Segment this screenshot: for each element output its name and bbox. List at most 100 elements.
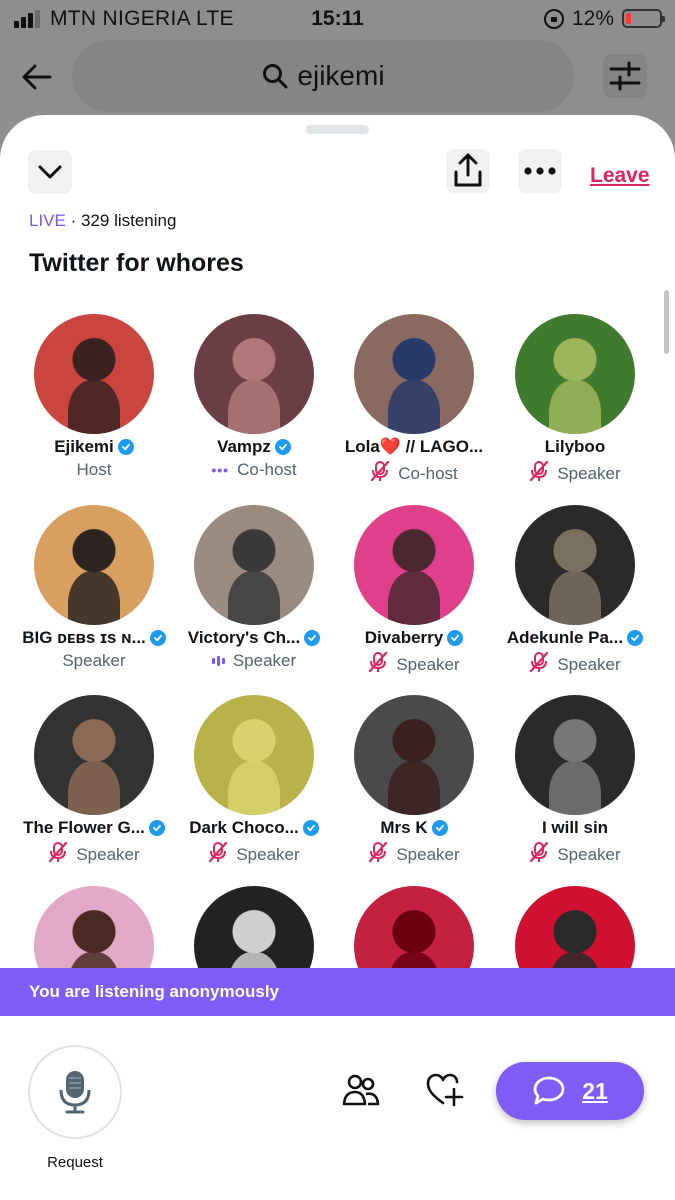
scroll-indicator[interactable] [664,290,669,354]
avatar[interactable] [34,695,154,815]
status-bar: MTN NIGERIA LTE 15:11 12% [0,0,675,40]
search-input[interactable]: ejikemi [72,40,574,112]
live-label: LIVE [29,211,66,230]
chat-bubble-icon [533,1076,565,1105]
avatar[interactable] [34,505,154,625]
participant-role-text: Co-host [237,460,297,479]
search-icon [263,64,288,89]
people-icon[interactable] [342,1073,380,1107]
participant-role: Speaker [495,651,655,678]
avatar[interactable] [354,505,474,625]
participant-name: Mrs K [334,818,494,838]
share-icon [454,153,482,187]
participant-role-text: Speaker [396,654,460,674]
verified-badge-icon [302,820,319,836]
participant-card[interactable]: I will sin Speaker [495,695,655,868]
participant-card[interactable]: BIG ᴅᴇʙs ɪs ɴ... Speaker [14,505,174,671]
participant-role: Speaker [495,841,655,868]
participant-name: Vampz [174,437,334,457]
participant-name-text: Lola❤️ // LAGO... [344,437,484,456]
participant-name-text: Vampz [217,437,271,456]
participant-role: ••• Co-host [174,460,334,480]
avatar[interactable] [34,314,154,434]
participant-role-text: Speaker [62,651,126,670]
comments-button[interactable]: 21 [496,1062,644,1120]
filter-settings-button[interactable] [603,54,647,98]
back-arrow-icon[interactable] [20,60,54,94]
mic-muted-icon [529,651,549,678]
participant-role: Speaker [495,460,655,487]
participant-role-text: Speaker [557,844,621,864]
speaking-bars-icon [211,656,225,666]
sliders-icon [609,61,641,91]
participant-card[interactable]: The Flower G... Speaker [14,695,174,868]
participant-card[interactable]: Lola❤️ // LAGO... Co-host [334,314,494,487]
participant-card[interactable]: Victory's Ch... Speaker [174,505,334,671]
participant-card[interactable]: Vampz ••• Co-host [174,314,334,480]
participant-name-text: I will sin [541,818,609,837]
mic-muted-icon [370,460,390,487]
battery-icon [622,9,665,28]
search-query: ejikemi [297,60,385,91]
request-label: Request [47,1154,103,1171]
more-options-button[interactable] [518,149,562,193]
participant-role: Host [14,460,174,480]
participant-card[interactable]: Divaberry Speaker [334,505,494,678]
space-sheet: Leave LIVE · 329 listening Twitter for w… [0,115,675,1200]
participant-name: Dark Choco... [174,818,334,838]
avatar[interactable] [515,695,635,815]
verified-badge-icon [117,439,134,455]
participant-role-text: Speaker [557,654,621,674]
connecting-dots-icon: ••• [211,462,230,478]
verified-badge-icon [274,439,291,455]
participant-role: Speaker [14,651,174,671]
anonymous-banner: You are listening anonymously [0,968,675,1016]
participant-role-text: Speaker [76,844,140,864]
avatar[interactable] [354,695,474,815]
participant-role: Speaker [174,841,334,868]
participant-role-text: Speaker [396,844,460,864]
more-dots-icon [524,167,556,175]
share-button[interactable] [446,149,490,193]
avatar[interactable] [515,314,635,434]
participant-role-text: Speaker [557,463,621,483]
avatar[interactable] [515,505,635,625]
request-mic-button[interactable] [28,1045,122,1139]
participant-card[interactable]: Mrs K Speaker [334,695,494,868]
participant-role-text: Speaker [232,651,297,670]
participant-name: Ejikemi [14,437,174,457]
verified-badge-icon [447,630,464,646]
participant-card[interactable]: Dark Choco... Speaker [174,695,334,868]
comment-count: 21 [582,1077,608,1104]
mic-muted-icon [529,841,549,868]
verified-badge-icon [304,630,321,646]
participant-card[interactable]: Ejikemi Host [14,314,174,480]
participant-name-text: The Flower G... [23,818,145,837]
participant-card[interactable]: Lilyboo Speaker [495,314,655,487]
verified-badge-icon [627,630,644,646]
participant-name: Lilyboo [495,437,655,457]
mic-muted-icon [368,651,388,678]
participant-name-text: Dark Choco... [189,818,299,837]
leave-button[interactable]: Leave [590,164,650,188]
verified-badge-icon [149,630,166,646]
participant-card[interactable]: Adekunle Pa... Speaker [495,505,655,678]
participant-name-text: Lilyboo [544,437,606,456]
heart-plus-icon[interactable] [426,1073,464,1107]
participant-name: Lola❤️ // LAGO... [334,437,494,457]
sheet-handle[interactable] [306,125,369,134]
avatar[interactable] [354,314,474,434]
avatar[interactable] [194,505,314,625]
avatar[interactable] [194,314,314,434]
participant-name: Divaberry [334,628,494,648]
participant-name: BIG ᴅᴇʙs ɪs ɴ... [14,628,174,648]
rotation-lock-icon [544,9,564,29]
avatar[interactable] [194,695,314,815]
participant-name-text: Divaberry [364,628,444,647]
collapse-button[interactable] [28,150,72,194]
participant-role-text: Speaker [236,844,300,864]
participant-name-text: BIG ᴅᴇʙs ɪs ɴ... [22,628,146,647]
participant-name: Victory's Ch... [174,628,334,648]
listening-count: · 329 listening [70,211,177,230]
space-title: Twitter for whores [29,249,244,277]
